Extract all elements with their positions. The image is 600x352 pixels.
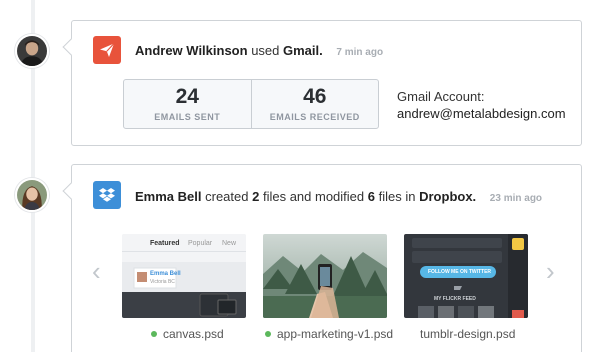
activity-card-dropbox: Emma Bell created 2 files and modified 6…: [62, 164, 582, 352]
paper-plane-icon: [93, 36, 121, 64]
preview-tab-popular: Popular: [188, 240, 213, 247]
avatar-emma[interactable]: [15, 178, 49, 212]
email-stats: 24 EMAILS SENT 46 EMAILS RECEIVED: [123, 79, 379, 129]
stat-emails-sent: 24 EMAILS SENT: [124, 80, 251, 128]
stat-emails-received: 46 EMAILS RECEIVED: [250, 80, 379, 128]
gmail-account: Gmail Account: andrew@metalabdesign.com: [397, 88, 566, 122]
account-email[interactable]: andrew@metalabdesign.com: [397, 105, 566, 122]
activity-headline: Emma Bell created 2 files and modified 6…: [135, 189, 542, 204]
file-name-text: tumblr-design.psd: [420, 327, 516, 341]
avatar-andrew[interactable]: [15, 34, 49, 68]
stat-value: 24: [175, 85, 199, 108]
avatar-emma-image: [17, 180, 47, 210]
card-pointer: [62, 182, 80, 200]
activity-headline: Andrew Wilkinson used Gmail. 7 min ago: [135, 43, 383, 58]
file-name-text: app-marketing-v1.psd: [277, 327, 394, 341]
forest-photo-preview-image: [263, 234, 387, 318]
file-name-canvas[interactable]: canvas.psd: [151, 327, 224, 341]
user-name[interactable]: Emma Bell: [135, 189, 201, 204]
status-dot: [265, 330, 271, 337]
preview-feed-label: MY FLICKR FEED: [434, 296, 476, 302]
action-middle: files and modified: [262, 189, 365, 204]
action-verb: created: [205, 189, 249, 204]
service-name[interactable]: Dropbox.: [419, 189, 476, 204]
timestamp: 23 min ago: [489, 193, 543, 204]
account-label: Gmail Account:: [397, 89, 485, 104]
action-tail: files in: [378, 189, 416, 204]
avatar-andrew-image: [17, 36, 47, 66]
modified-count: 6: [367, 189, 375, 204]
file-name-app-marketing[interactable]: app-marketing-v1.psd: [265, 327, 393, 341]
service-name[interactable]: Gmail.: [283, 43, 323, 58]
tumblr-preview-image: [404, 234, 528, 318]
status-dot: [151, 330, 157, 337]
file-thumbnail-tumblr[interactable]: FOLLOW ME ON TWITTER MY FLICKR FEED: [404, 234, 528, 318]
timestamp: 7 min ago: [336, 47, 384, 58]
preview-tab-new: New: [222, 240, 237, 247]
user-name[interactable]: Andrew Wilkinson: [135, 43, 248, 58]
preview-twitter-button: FOLLOW ME ON TWITTER: [428, 269, 492, 275]
stat-value: 46: [303, 85, 327, 108]
stat-label: EMAILS SENT: [154, 112, 221, 122]
preview-profile-location: Victoria BC: [150, 279, 175, 285]
file-thumbnail-canvas[interactable]: Featured Popular New Emma Bell Victoria …: [122, 234, 246, 318]
stat-label: EMAILS RECEIVED: [269, 112, 360, 122]
preview-profile-name: Emma Bell: [150, 271, 181, 277]
file-name-tumblr[interactable]: tumblr-design.psd: [420, 327, 515, 341]
action-verb: used: [251, 43, 280, 58]
chevron-left-icon[interactable]: ‹: [92, 258, 101, 284]
created-count: 2: [252, 189, 260, 204]
card-pointer: [62, 38, 80, 56]
activity-card-gmail: Andrew Wilkinson used Gmail. 7 min ago 2…: [62, 20, 582, 146]
dropbox-icon: [93, 181, 121, 209]
file-thumbnail-app-marketing[interactable]: [263, 234, 387, 318]
preview-tab-featured: Featured: [150, 240, 180, 247]
file-name-text: canvas.psd: [163, 327, 224, 341]
chevron-right-icon[interactable]: ›: [546, 258, 555, 284]
